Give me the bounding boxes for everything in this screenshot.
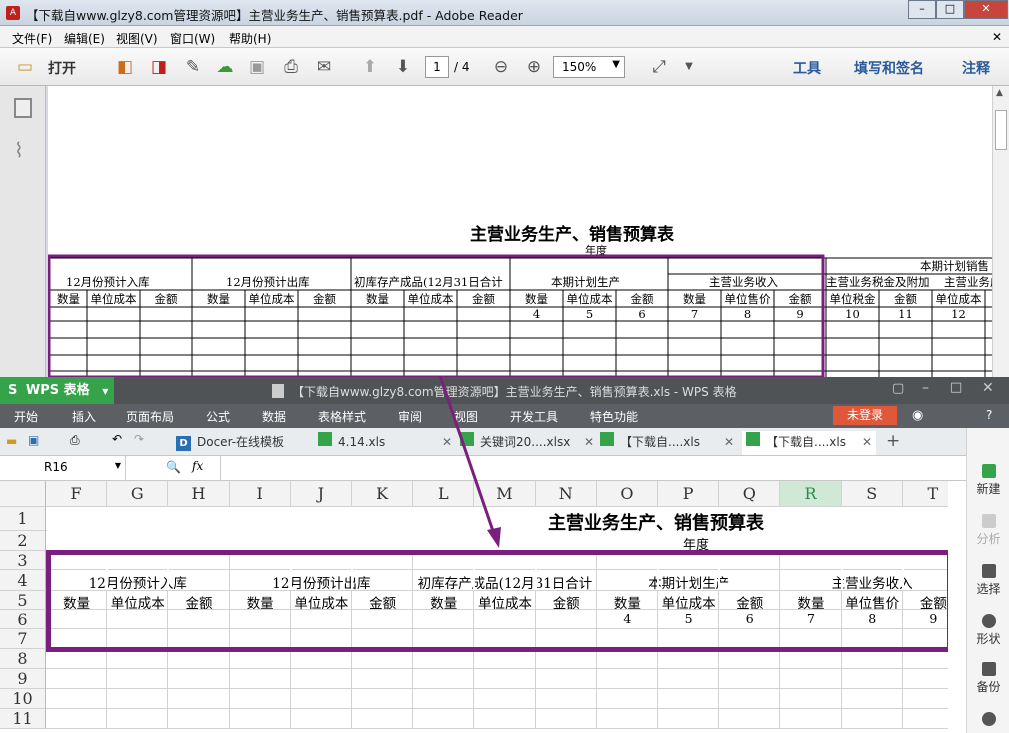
annotation-arrow — [438, 375, 501, 548]
